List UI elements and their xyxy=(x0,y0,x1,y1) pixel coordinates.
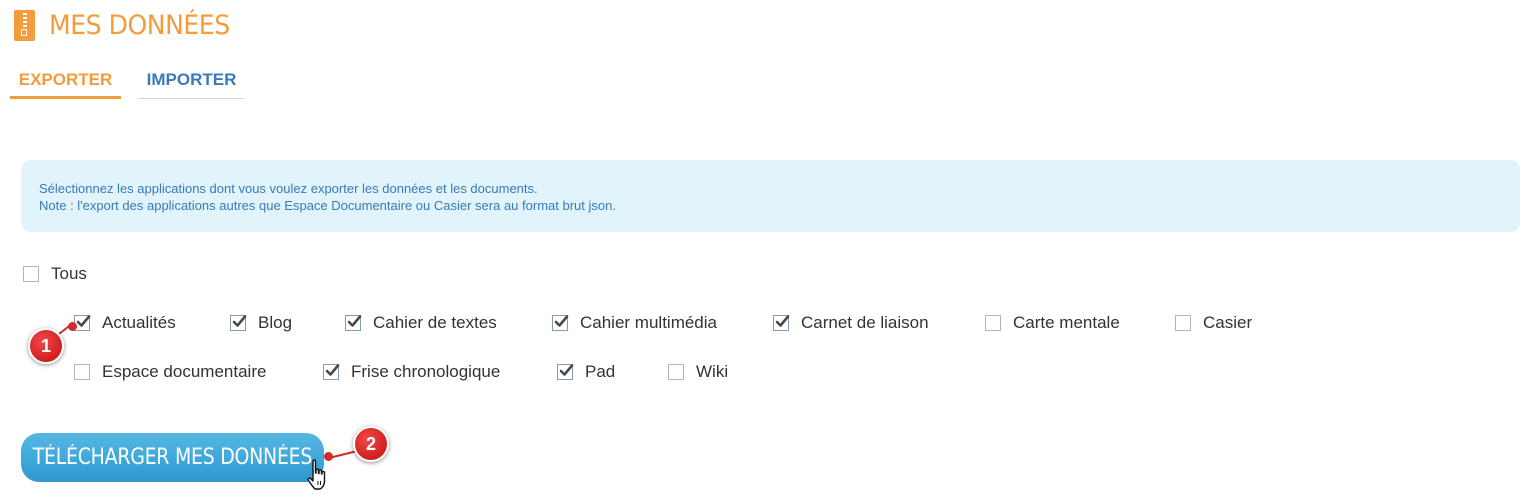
tab-exporter[interactable]: EXPORTER xyxy=(10,64,121,99)
checkbox-cahier-multimedia[interactable]: Cahier multimédia xyxy=(552,313,717,333)
download-my-data-button[interactable]: TÉLÉCHARGER MES DONNÉES xyxy=(21,433,324,482)
tab-bar: EXPORTER IMPORTER xyxy=(10,64,245,99)
checkmark-icon xyxy=(76,315,91,327)
tab-importer[interactable]: IMPORTER xyxy=(138,64,245,99)
checkbox-box[interactable] xyxy=(23,266,39,282)
info-text-line-2: Note : l'export des applications autres … xyxy=(39,198,616,213)
checkmark-icon xyxy=(775,315,790,327)
checkbox-carte-mentale[interactable]: Carte mentale xyxy=(985,313,1120,333)
checkbox-label: Espace documentaire xyxy=(102,362,267,381)
checkbox-wiki[interactable]: Wiki xyxy=(668,362,728,382)
info-text-line-1: Sélectionnez les applications dont vous … xyxy=(39,181,538,196)
checkbox-label: Carte mentale xyxy=(1013,313,1120,332)
page: MES DONNÉES EXPORTER IMPORTER Sélectionn… xyxy=(0,0,1539,501)
annotation-dot xyxy=(68,322,77,331)
checkbox-label: Carnet de liaison xyxy=(801,313,929,332)
checkbox-box[interactable] xyxy=(668,364,684,380)
page-title: MES DONNÉES xyxy=(49,10,230,41)
checkbox-box[interactable] xyxy=(557,364,574,380)
checkbox-box[interactable] xyxy=(323,364,340,380)
checkmark-icon xyxy=(347,315,362,327)
checkbox-box[interactable] xyxy=(985,315,1001,331)
annotation-marker-2: 2 xyxy=(353,426,389,462)
annotation-marker-1: 1 xyxy=(28,328,64,364)
hand-cursor-icon xyxy=(307,459,326,490)
download-button-label: TÉLÉCHARGER MES DONNÉES xyxy=(32,445,313,470)
checkbox-pad[interactable]: Pad xyxy=(557,362,615,382)
checkbox-box[interactable] xyxy=(1175,315,1191,331)
checkbox-box[interactable] xyxy=(345,315,362,331)
checkbox-frise-chronologique[interactable]: Frise chronologique xyxy=(323,362,500,382)
info-box: Sélectionnez les applications dont vous … xyxy=(21,160,1520,232)
checkbox-actualites[interactable]: Actualités xyxy=(74,313,176,333)
checkbox-box[interactable] xyxy=(773,315,790,331)
checkbox-box[interactable] xyxy=(74,364,90,380)
checkbox-label: Wiki xyxy=(696,362,729,381)
checkbox-label: Blog xyxy=(258,313,293,332)
checkbox-box[interactable] xyxy=(552,315,569,331)
page-header: MES DONNÉES xyxy=(14,10,243,41)
checkbox-blog[interactable]: Blog xyxy=(230,313,292,333)
checkbox-espace-documentaire[interactable]: Espace documentaire xyxy=(74,362,266,382)
checkbox-label: Actualités xyxy=(102,313,176,332)
checkmark-icon xyxy=(559,364,574,376)
checkbox-box[interactable] xyxy=(230,315,247,331)
zip-file-icon xyxy=(14,10,35,41)
checkbox-tous[interactable]: Tous xyxy=(23,264,87,284)
checkbox-casier[interactable]: Casier xyxy=(1175,313,1252,333)
checkmark-icon xyxy=(554,315,569,327)
checkbox-label: Pad xyxy=(585,362,616,381)
checkbox-carnet-de-liaison[interactable]: Carnet de liaison xyxy=(773,313,929,333)
checkbox-label: Tous xyxy=(51,264,87,283)
checkmark-icon xyxy=(232,315,247,327)
checkmark-icon xyxy=(325,364,340,376)
checkbox-cahier-de-textes[interactable]: Cahier de textes xyxy=(345,313,497,333)
checkbox-label: Cahier de textes xyxy=(373,313,497,332)
checkbox-label: Cahier multimédia xyxy=(580,313,717,332)
checkbox-label: Frise chronologique xyxy=(351,362,501,381)
checkbox-label: Casier xyxy=(1203,313,1253,332)
